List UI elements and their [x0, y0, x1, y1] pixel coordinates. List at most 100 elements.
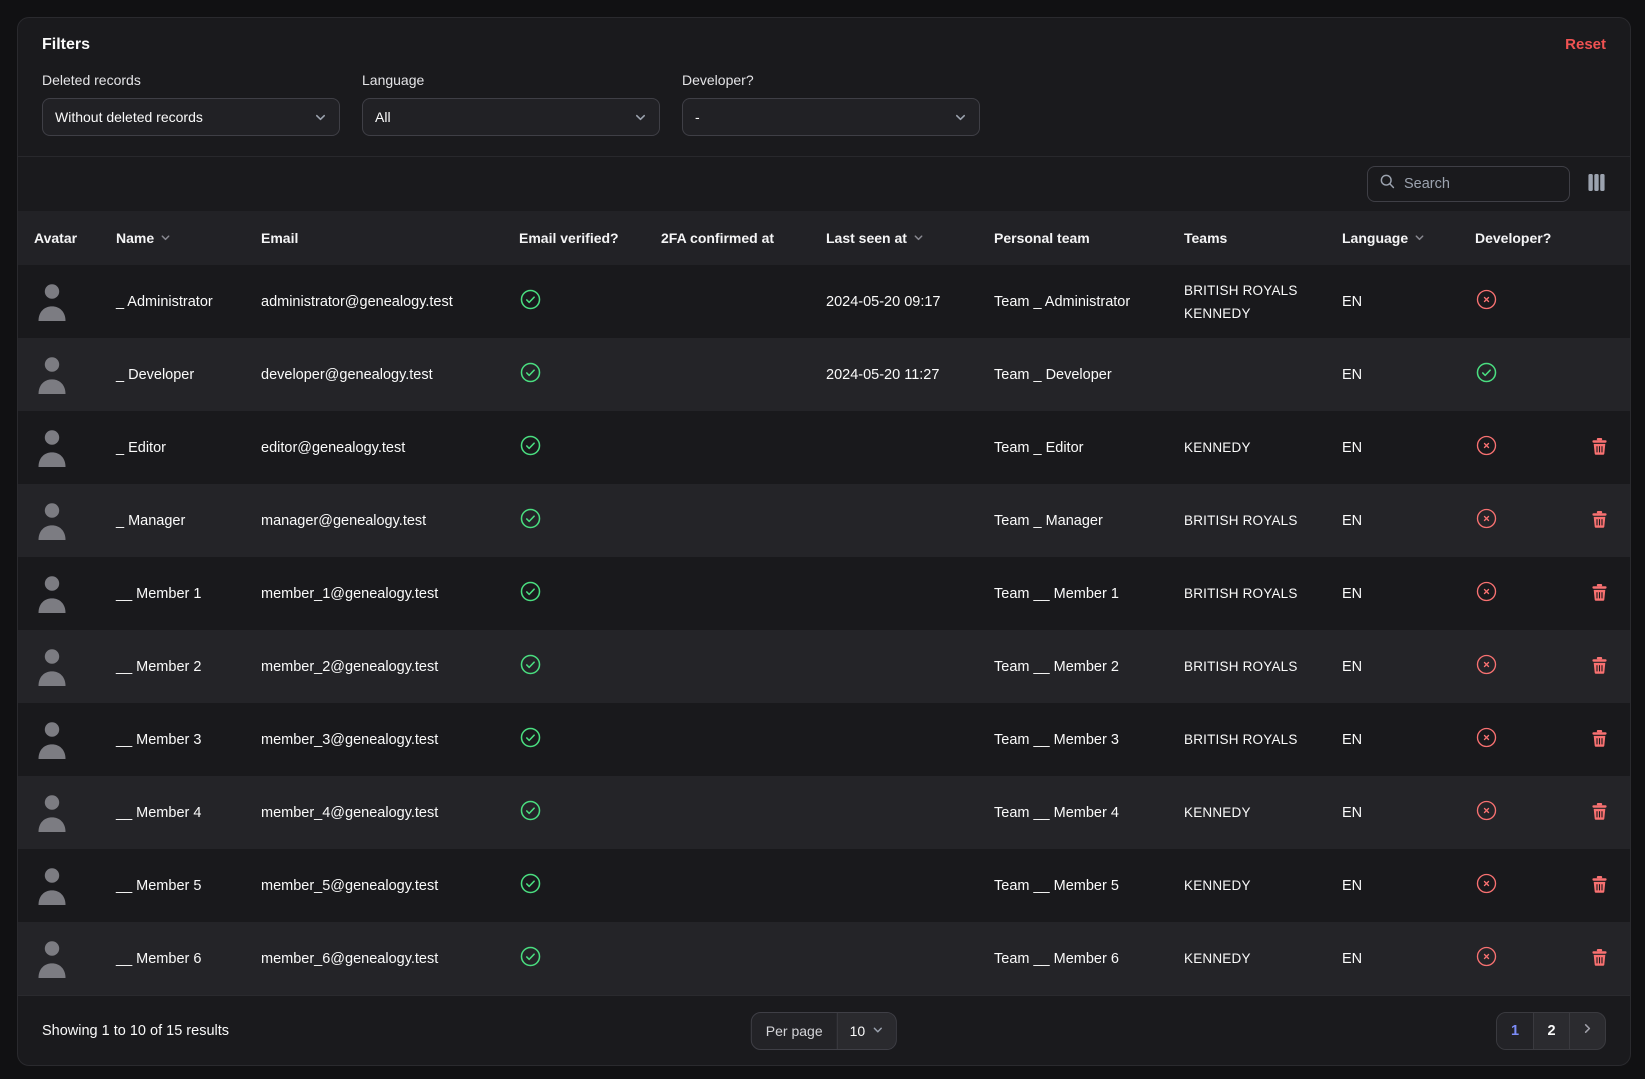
- cell-avatar: [18, 922, 104, 995]
- table-row[interactable]: __ Member 2member_2@genealogy.testTeam _…: [18, 630, 1630, 703]
- cell-email: member_6@genealogy.test: [249, 922, 507, 995]
- cell-email: member_1@genealogy.test: [249, 557, 507, 630]
- delete-user-button[interactable]: [1590, 582, 1609, 606]
- filter-language: Language All: [362, 72, 660, 136]
- search-input[interactable]: [1404, 176, 1558, 192]
- developer-x-icon: [1475, 507, 1498, 530]
- column-label: Last seen at: [826, 230, 907, 246]
- table-row[interactable]: _ Developerdeveloper@genealogy.test2024-…: [18, 338, 1630, 411]
- cell-email-verified: [507, 703, 649, 776]
- per-page-label: Per page: [752, 1013, 838, 1049]
- table-row[interactable]: __ Member 4member_4@genealogy.testTeam _…: [18, 776, 1630, 849]
- cell-teams: KENNEDY: [1172, 411, 1330, 484]
- user-avatar-icon: [34, 863, 70, 905]
- cell-last-seen-at: [814, 411, 982, 484]
- page-button-2[interactable]: 2: [1533, 1013, 1569, 1049]
- filters-section: Filters Reset Deleted records Without de…: [18, 18, 1630, 156]
- toggle-columns-button[interactable]: [1587, 173, 1606, 195]
- delete-user-button[interactable]: [1590, 874, 1609, 898]
- cell-developer: [1463, 922, 1578, 995]
- cell-actions: [1578, 265, 1630, 338]
- cell-2fa-confirmed-at: [649, 338, 814, 411]
- user-avatar-icon: [34, 790, 70, 832]
- cell-last-seen-at: [814, 849, 982, 922]
- cell-teams: BRITISH ROYALSKENNEDY: [1172, 265, 1330, 338]
- users-table: AvatarNameEmailEmail verified?2FA confir…: [18, 211, 1630, 995]
- cell-teams: [1172, 338, 1330, 411]
- sort-button[interactable]: Name: [116, 230, 171, 246]
- team-name: BRITISH ROYALS: [1184, 279, 1318, 302]
- delete-user-button[interactable]: [1590, 655, 1609, 679]
- cell-personal-team: Team __ Member 2: [982, 630, 1172, 703]
- developer-x-icon: [1475, 872, 1498, 895]
- developer-x-icon: [1475, 653, 1498, 676]
- per-page-value: 10: [850, 1023, 866, 1039]
- column-header-teams: Teams: [1172, 211, 1330, 265]
- table-row[interactable]: _ Administratoradministrator@genealogy.t…: [18, 265, 1630, 338]
- columns-icon: [1587, 173, 1606, 195]
- developer-select[interactable]: -: [682, 98, 980, 136]
- sort-chevron-icon: [913, 230, 924, 246]
- table-row[interactable]: __ Member 5member_5@genealogy.testTeam _…: [18, 849, 1630, 922]
- table-row[interactable]: _ Managermanager@genealogy.testTeam _ Ma…: [18, 484, 1630, 557]
- user-avatar-icon: [34, 498, 70, 540]
- trash-icon: [1592, 803, 1607, 823]
- cell-email-verified: [507, 630, 649, 703]
- cell-avatar: [18, 338, 104, 411]
- cell-email-verified: [507, 776, 649, 849]
- table-footer: Showing 1 to 10 of 15 results Per page 1…: [18, 995, 1630, 1065]
- cell-2fa-confirmed-at: [649, 484, 814, 557]
- column-label: Name: [116, 230, 154, 246]
- cell-personal-team: Team __ Member 3: [982, 703, 1172, 776]
- email-verified-check-icon: [519, 653, 542, 676]
- search-box: [1367, 166, 1570, 202]
- cell-actions: [1578, 703, 1630, 776]
- sort-chevron-icon: [1414, 230, 1425, 246]
- sort-button[interactable]: Last seen at: [826, 230, 924, 246]
- page-button-1[interactable]: 1: [1497, 1013, 1533, 1049]
- trash-icon: [1592, 657, 1607, 677]
- team-name: KENNEDY: [1184, 947, 1318, 970]
- cell-name: __ Member 6: [104, 922, 249, 995]
- delete-user-button[interactable]: [1590, 728, 1609, 752]
- cell-email: member_5@genealogy.test: [249, 849, 507, 922]
- deleted-records-select[interactable]: Without deleted records: [42, 98, 340, 136]
- cell-language: EN: [1330, 703, 1463, 776]
- developer-value: -: [695, 109, 700, 125]
- table-row[interactable]: __ Member 3member_3@genealogy.testTeam _…: [18, 703, 1630, 776]
- cell-email: developer@genealogy.test: [249, 338, 507, 411]
- cell-language: EN: [1330, 630, 1463, 703]
- developer-x-icon: [1475, 288, 1498, 311]
- chevron-down-icon: [872, 1023, 884, 1039]
- developer-check-icon: [1475, 361, 1498, 384]
- cell-language: EN: [1330, 557, 1463, 630]
- cell-personal-team: Team _ Developer: [982, 338, 1172, 411]
- cell-last-seen-at: [814, 484, 982, 557]
- cell-personal-team: Team __ Member 6: [982, 922, 1172, 995]
- sort-button[interactable]: Language: [1342, 230, 1425, 246]
- delete-user-button[interactable]: [1590, 801, 1609, 825]
- next-page-button[interactable]: [1569, 1013, 1605, 1049]
- per-page-select[interactable]: 10: [838, 1013, 897, 1049]
- developer-x-icon: [1475, 799, 1498, 822]
- user-avatar-icon: [34, 644, 70, 686]
- cell-language: EN: [1330, 338, 1463, 411]
- team-name: KENNEDY: [1184, 801, 1318, 824]
- trash-icon: [1592, 730, 1607, 750]
- language-select[interactable]: All: [362, 98, 660, 136]
- cell-personal-team: Team __ Member 4: [982, 776, 1172, 849]
- column-header-email: Email: [249, 211, 507, 265]
- table-row[interactable]: __ Member 6member_6@genealogy.test Team _…: [18, 922, 1630, 995]
- delete-user-button[interactable]: [1590, 947, 1609, 971]
- user-avatar-icon: [34, 352, 70, 394]
- delete-user-button[interactable]: [1590, 509, 1609, 533]
- reset-filters-button[interactable]: Reset: [1565, 36, 1606, 53]
- table-body: _ Administratoradministrator@genealogy.t…: [18, 265, 1630, 995]
- cell-2fa-confirmed-at: [649, 411, 814, 484]
- chevron-down-icon: [634, 111, 647, 124]
- delete-user-button[interactable]: [1590, 436, 1609, 460]
- table-row[interactable]: __ Member 1member_1@genealogy.testTeam _…: [18, 557, 1630, 630]
- search-icon: [1379, 173, 1396, 195]
- filter-label-language: Language: [362, 72, 660, 88]
- table-row[interactable]: _ Editoreditor@genealogy.testTeam _ Edit…: [18, 411, 1630, 484]
